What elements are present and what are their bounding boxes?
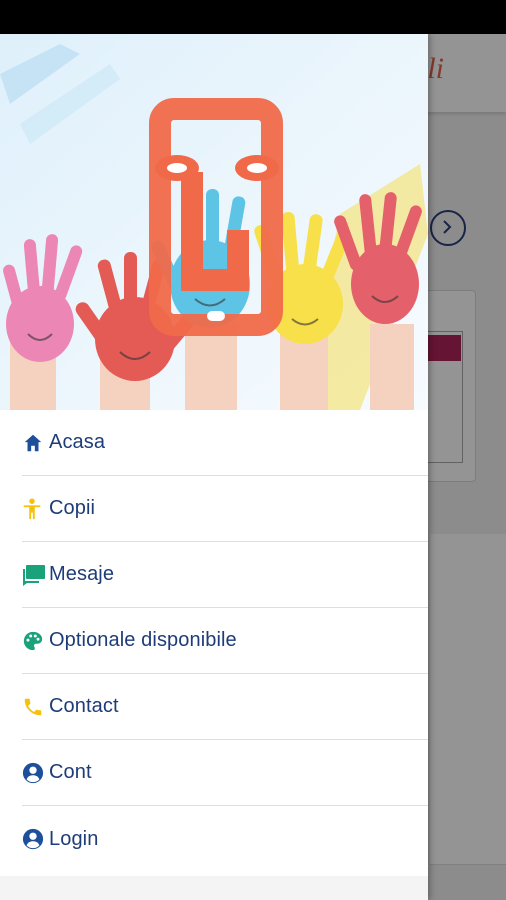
menu-item-copii[interactable]: Copii bbox=[22, 476, 428, 542]
drawer-menu: Acasa Copii Mesaje Optionale disponibile… bbox=[0, 410, 428, 872]
menu-item-label: Contact bbox=[49, 695, 119, 717]
menu-item-acasa[interactable]: Acasa bbox=[22, 410, 428, 476]
menu-item-label: Copii bbox=[49, 497, 96, 519]
phone-icon bbox=[22, 695, 46, 719]
header-image bbox=[0, 34, 428, 410]
account-icon bbox=[22, 827, 46, 851]
navigation-drawer: Acasa Copii Mesaje Optionale disponibile… bbox=[0, 34, 428, 900]
menu-item-label: Cont bbox=[49, 761, 92, 783]
palette-icon bbox=[22, 629, 46, 653]
menu-item-label: Acasa bbox=[49, 431, 106, 453]
menu-item-mesaje[interactable]: Mesaje bbox=[22, 542, 428, 608]
menu-item-cont[interactable]: Cont bbox=[22, 740, 428, 806]
menu-item-label: Mesaje bbox=[49, 563, 115, 585]
home-icon bbox=[22, 431, 46, 455]
child-icon bbox=[22, 497, 46, 521]
account-icon bbox=[22, 761, 46, 785]
drawer-footer bbox=[0, 876, 428, 900]
chat-icon bbox=[22, 563, 46, 587]
drawer-header bbox=[0, 34, 428, 410]
menu-item-optionale[interactable]: Optionale disponibile bbox=[22, 608, 428, 674]
menu-item-contact[interactable]: Contact bbox=[22, 674, 428, 740]
menu-item-label: Login bbox=[49, 827, 99, 850]
menu-item-login[interactable]: Login bbox=[22, 806, 428, 872]
status-bar bbox=[0, 0, 506, 34]
menu-item-label: Optionale disponibile bbox=[49, 629, 237, 651]
